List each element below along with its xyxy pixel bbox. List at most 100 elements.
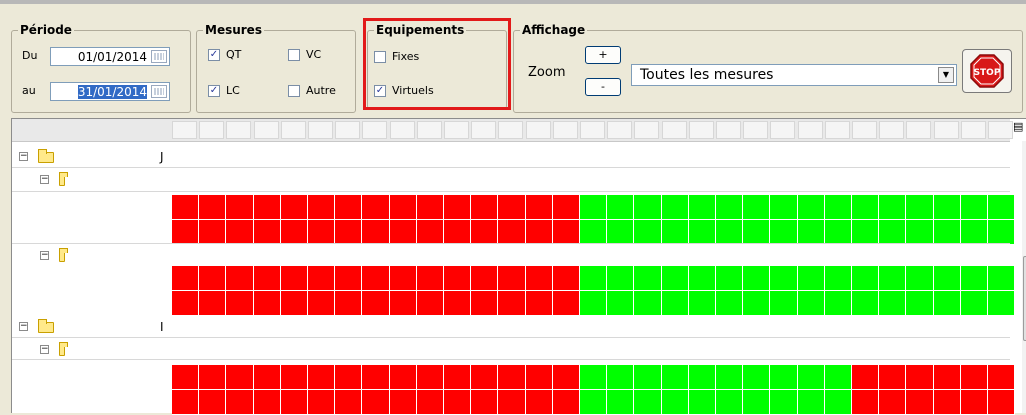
vertical-scrollbar[interactable]: ▲: [1022, 141, 1026, 413]
measure-cell[interactable]: [960, 365, 988, 390]
measure-cell[interactable]: [688, 291, 716, 316]
measure-cell[interactable]: [797, 220, 825, 245]
day-column-header[interactable]: [607, 121, 633, 139]
measure-cell[interactable]: [389, 266, 417, 291]
measure-cell[interactable]: [770, 266, 798, 291]
collapse-icon[interactable]: −: [40, 251, 49, 260]
measure-cell[interactable]: [933, 195, 961, 220]
day-column-header[interactable]: [933, 121, 959, 139]
measure-cell[interactable]: [308, 220, 336, 245]
measure-cell[interactable]: [960, 195, 988, 220]
measure-cell[interactable]: [824, 220, 852, 245]
measure-cell[interactable]: [770, 390, 798, 415]
measure-cell[interactable]: [906, 365, 934, 390]
measure-cell[interactable]: [362, 365, 390, 390]
measure-cell[interactable]: [444, 390, 472, 415]
start-date-field[interactable]: 01/01/2014: [50, 47, 170, 66]
collapse-icon[interactable]: −: [40, 345, 49, 354]
measure-cell[interactable]: [362, 195, 390, 220]
measure-cell[interactable]: [172, 195, 200, 220]
day-column-header[interactable]: [743, 121, 769, 139]
measure-cell[interactable]: [335, 291, 363, 316]
day-column-header[interactable]: [471, 121, 497, 139]
measure-cell[interactable]: [580, 266, 608, 291]
measure-cell[interactable]: [172, 266, 200, 291]
zoom-out-button[interactable]: -: [585, 78, 621, 96]
measure-cell[interactable]: [580, 390, 608, 415]
measure-cell[interactable]: [634, 390, 662, 415]
measure-cell[interactable]: [199, 291, 227, 316]
measure-cell[interactable]: [879, 266, 907, 291]
column-chooser-icon[interactable]: ▤: [1013, 120, 1023, 133]
day-column-header[interactable]: [280, 121, 306, 139]
measure-cell[interactable]: [199, 365, 227, 390]
measure-cell[interactable]: [688, 365, 716, 390]
measure-cell[interactable]: [389, 390, 417, 415]
measure-cell[interactable]: [280, 291, 308, 316]
measure-cell[interactable]: [852, 390, 880, 415]
measure-cell[interactable]: [498, 220, 526, 245]
measure-cell[interactable]: [471, 390, 499, 415]
measure-cell[interactable]: [498, 365, 526, 390]
measure-cell[interactable]: [280, 365, 308, 390]
measure-cell[interactable]: [416, 390, 444, 415]
measure-cell[interactable]: [716, 365, 744, 390]
measure-cell[interactable]: [253, 365, 281, 390]
day-column-header[interactable]: [688, 121, 714, 139]
measure-cell[interactable]: [852, 266, 880, 291]
measure-cell[interactable]: [416, 291, 444, 316]
measure-cell[interactable]: [253, 220, 281, 245]
measure-cell[interactable]: [525, 266, 553, 291]
day-column-header[interactable]: [226, 121, 252, 139]
measure-cell[interactable]: [471, 220, 499, 245]
measure-cell[interactable]: [471, 291, 499, 316]
measure-cell[interactable]: [444, 365, 472, 390]
day-column-header[interactable]: [552, 121, 578, 139]
measure-cell[interactable]: [416, 195, 444, 220]
measure-cell[interactable]: [525, 390, 553, 415]
day-column-header[interactable]: [879, 121, 905, 139]
virtuels-checkbox[interactable]: ✓ Virtuels: [374, 84, 434, 97]
measure-cell[interactable]: [253, 390, 281, 415]
measure-cell[interactable]: [607, 220, 635, 245]
measure-cell[interactable]: [280, 266, 308, 291]
measure-cell[interactable]: [607, 365, 635, 390]
measure-cell[interactable]: [879, 291, 907, 316]
day-column-header[interactable]: [362, 121, 388, 139]
measure-cell[interactable]: [716, 266, 744, 291]
day-column-header[interactable]: [661, 121, 687, 139]
measure-cell[interactable]: [770, 220, 798, 245]
measure-cell[interactable]: [906, 291, 934, 316]
measure-cell[interactable]: [824, 266, 852, 291]
measure-cell[interactable]: [607, 195, 635, 220]
measure-cell[interactable]: [716, 291, 744, 316]
measure-cell[interactable]: [253, 291, 281, 316]
measure-cell[interactable]: [525, 365, 553, 390]
lc-checkbox[interactable]: ✓ LC: [208, 84, 240, 97]
calendar-icon[interactable]: [151, 85, 167, 98]
measure-cell[interactable]: [199, 390, 227, 415]
mesures-select[interactable]: Toutes les mesures ▼: [631, 64, 957, 86]
measure-cell[interactable]: [253, 195, 281, 220]
measure-cell[interactable]: [471, 266, 499, 291]
day-column-header[interactable]: [770, 121, 796, 139]
measure-cell[interactable]: [743, 365, 771, 390]
day-column-header[interactable]: [308, 121, 333, 139]
measure-cell[interactable]: [335, 390, 363, 415]
day-column-header[interactable]: [172, 121, 197, 139]
measure-cell[interactable]: [770, 195, 798, 220]
measure-cell[interactable]: [308, 195, 336, 220]
measure-cell[interactable]: [852, 365, 880, 390]
day-column-header[interactable]: [253, 121, 279, 139]
measure-cell[interactable]: [226, 266, 254, 291]
measure-cell[interactable]: [226, 291, 254, 316]
measure-cell[interactable]: [797, 195, 825, 220]
measure-cell[interactable]: [498, 291, 526, 316]
measure-cell[interactable]: [988, 266, 1016, 291]
measure-cell[interactable]: [716, 390, 744, 415]
measure-cell[interactable]: [226, 390, 254, 415]
measure-cell[interactable]: [444, 266, 472, 291]
measure-cell[interactable]: [389, 365, 417, 390]
measure-cell[interactable]: [960, 390, 988, 415]
measure-cell[interactable]: [416, 220, 444, 245]
